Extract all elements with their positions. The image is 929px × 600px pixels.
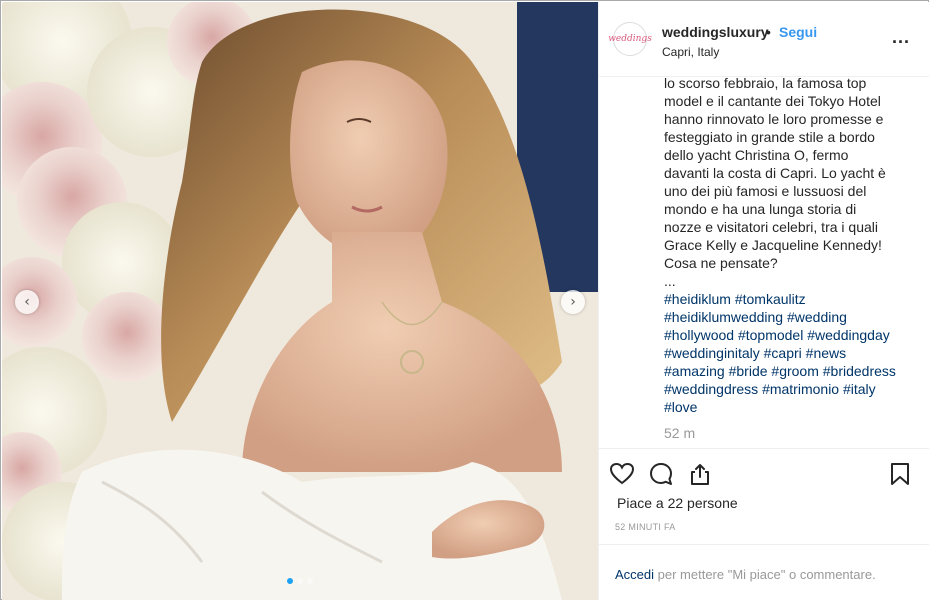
carousel-dot [307,578,313,584]
hashtag-link[interactable]: #bride [729,363,768,379]
carousel-dot [287,578,293,584]
hashtag-link[interactable]: #italy [843,381,876,397]
login-link[interactable]: Accedi [615,567,654,582]
hashtag-link[interactable]: #matrimonio [762,381,839,397]
share-icon[interactable] [687,461,713,487]
post-frame: ‹ › weddings weddingsluxury • Segui Capr… [0,0,929,600]
caption-area: lo scorso febbraio, la famosa top model … [599,77,929,447]
caption-text: lo scorso febbraio, la famosa top model … [664,77,886,289]
hashtag-link[interactable]: #capri [764,345,802,361]
chevron-right-icon: › [570,294,576,310]
caption-timestamp: 52 m [664,425,696,441]
carousel-next-button[interactable]: › [561,290,585,314]
heart-icon[interactable] [609,461,635,487]
header-separator: • [766,24,771,40]
location-link[interactable]: Capri, Italy [662,45,719,59]
post-side-panel: weddings weddingsluxury • Segui Capri, I… [598,2,929,600]
comment-icon[interactable] [648,461,674,487]
hashtag-link[interactable]: #topmodel [738,327,803,343]
carousel-dot [297,578,303,584]
action-bar [599,448,929,498]
hashtag-link[interactable]: #groom [771,363,818,379]
carousel-prev-button[interactable]: ‹ [15,290,39,314]
login-prompt: Accedi per mettere "Mi piace" o commenta… [599,544,929,600]
login-prompt-rest: per mettere "Mi piace" o commentare. [654,567,876,582]
hashtag-link[interactable]: #weddinginitaly [664,345,760,361]
avatar[interactable]: weddings [608,22,652,56]
chevron-left-icon: ‹ [24,294,30,310]
hashtag-list: #heidiklum #tomkaulitz #heidiklumwedding… [664,290,896,416]
hashtag-link[interactable]: #wedding [787,309,847,325]
hashtag-link[interactable]: #tomkaulitz [735,291,806,307]
hashtag-link[interactable]: #love [664,399,697,415]
hashtag-link[interactable]: #news [806,345,846,361]
more-options-icon[interactable]: ... [892,28,910,46]
hashtag-link[interactable]: #heidiklumwedding [664,309,783,325]
hashtag-link[interactable]: #bridedress [823,363,896,379]
hashtag-link[interactable]: #weddingday [807,327,890,343]
username-link[interactable]: weddingsluxury [662,24,769,40]
post-photo[interactable]: ‹ › [2,2,598,600]
post-header: weddings weddingsluxury • Segui Capri, I… [599,2,929,77]
hashtag-link[interactable]: #amazing [664,363,725,379]
follow-button[interactable]: Segui [779,24,817,40]
avatar-logo-text: weddings [608,34,652,44]
hashtag-link[interactable]: #heidiklum [664,291,731,307]
carousel-dots [287,578,313,584]
hashtag-link[interactable]: #weddingdress [664,381,758,397]
bookmark-icon[interactable] [887,461,913,487]
post-timestamp: 52 MINUTI FA [615,522,676,532]
likes-count[interactable]: Piace a 22 persone [617,495,738,511]
bride-photo-illustration [2,2,598,600]
login-prompt-text: Accedi per mettere "Mi piace" o commenta… [615,567,876,582]
hashtag-link[interactable]: #hollywood [664,327,734,343]
